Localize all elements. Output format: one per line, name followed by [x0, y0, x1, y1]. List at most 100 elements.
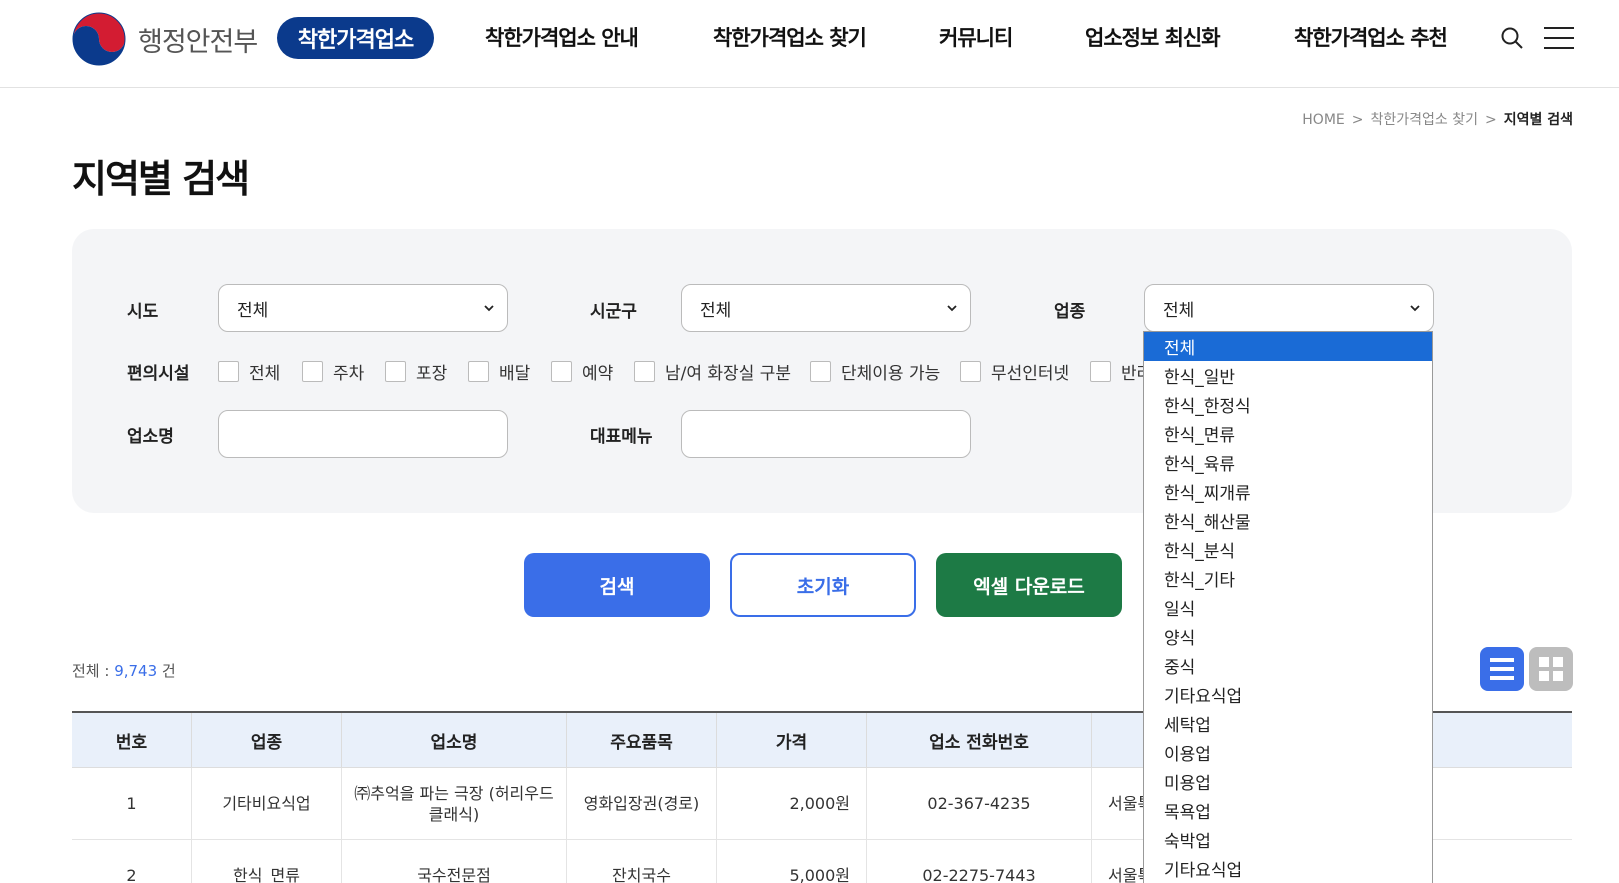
chevron-down-icon	[1410, 305, 1420, 312]
amenity-label: 배달	[499, 364, 531, 384]
page-title: 지역별 검색	[72, 157, 250, 201]
main-menu-input[interactable]	[681, 410, 971, 458]
column-header-phone: 업소 전화번호	[867, 713, 1092, 767]
nav-recommend[interactable]: 착한가격업소 추천	[1294, 22, 1448, 52]
amenity-restroom-checkbox[interactable]: 남/여 화장실 구분	[634, 359, 791, 384]
dropdown-option[interactable]: 한식_찌개류	[1144, 477, 1432, 506]
category-label: 업종	[1054, 302, 1086, 322]
breadcrumb-home[interactable]: HOME	[1302, 112, 1344, 128]
dropdown-option[interactable]: 한식_일반	[1144, 361, 1432, 390]
dropdown-option[interactable]: 한식_기타	[1144, 564, 1432, 593]
total-count: 전체 : 9,743 건	[72, 660, 176, 681]
amenity-parking-checkbox[interactable]: 주차	[302, 359, 364, 384]
column-header-store-name: 업소명	[342, 713, 567, 767]
breadcrumb-separator: >	[1351, 112, 1364, 128]
category-select-value: 전체	[1163, 300, 1195, 321]
checkbox-box[interactable]	[468, 361, 489, 382]
column-header-number: 번호	[72, 713, 192, 767]
category-dropdown-list[interactable]: 전체 한식_일반 한식_한정식 한식_면류 한식_육류 한식_찌개류 한식_해산…	[1143, 331, 1433, 883]
cell-main-item: 잔치국수	[567, 840, 717, 883]
checkbox-box[interactable]	[302, 361, 323, 382]
government-emblem-logo[interactable]	[72, 12, 126, 66]
amenity-label: 남/여 화장실 구분	[665, 364, 792, 384]
cell-number: 1	[72, 768, 192, 839]
breadcrumb: HOME > 착한가격업소 찾기 > 지역별 검색	[1302, 109, 1573, 129]
nav-guide[interactable]: 착한가격업소 안내	[485, 22, 639, 52]
nav-update-info[interactable]: 업소정보 최신화	[1085, 22, 1221, 52]
chevron-down-icon	[484, 305, 494, 312]
dropdown-option[interactable]: 한식_해산물	[1144, 506, 1432, 535]
sigungu-select[interactable]: 전체	[681, 284, 971, 332]
dropdown-option[interactable]: 숙박업	[1144, 825, 1432, 854]
ministry-name[interactable]: 행정안전부	[138, 20, 258, 59]
column-header-price: 가격	[717, 713, 867, 767]
search-button[interactable]: 검색	[524, 553, 710, 617]
dropdown-option[interactable]: 한식_한정식	[1144, 390, 1432, 419]
cell-store-name[interactable]: 국수전문점	[342, 840, 567, 883]
dropdown-option[interactable]: 한식_분식	[1144, 535, 1432, 564]
cell-store-name[interactable]: ㈜추억을 파는 극장 (허리우드클래식)	[342, 768, 567, 839]
cell-price: 5,000원	[717, 840, 867, 883]
cell-number: 2	[72, 840, 192, 883]
nav-find[interactable]: 착한가격업소 찾기	[713, 22, 867, 52]
search-icon[interactable]	[1500, 26, 1524, 50]
total-label: 전체 :	[72, 662, 115, 680]
store-name-input[interactable]	[218, 410, 508, 458]
brand-badge[interactable]: 착한가격업소	[277, 17, 434, 59]
amenity-all-checkbox[interactable]: 전체	[218, 359, 280, 384]
hamburger-menu-icon[interactable]	[1544, 27, 1574, 49]
reset-button[interactable]: 초기화	[730, 553, 916, 617]
checkbox-box[interactable]	[810, 361, 831, 382]
dropdown-option[interactable]: 한식_면류	[1144, 419, 1432, 448]
sigungu-select-value: 전체	[700, 300, 732, 321]
amenity-takeout-checkbox[interactable]: 포장	[385, 359, 447, 384]
amenity-label: 전체	[249, 364, 281, 384]
cell-category: 기타비요식업	[192, 768, 342, 839]
grid-view-icon[interactable]	[1529, 647, 1573, 691]
amenity-label: 예약	[582, 364, 614, 384]
dropdown-option[interactable]: 전체	[1144, 332, 1432, 361]
checkbox-box[interactable]	[960, 361, 981, 382]
excel-download-button[interactable]: 엑셀 다운로드	[936, 553, 1122, 617]
checkbox-box[interactable]	[551, 361, 572, 382]
checkbox-box[interactable]	[218, 361, 239, 382]
category-select[interactable]: 전체	[1144, 284, 1434, 332]
dropdown-option[interactable]: 한식_육류	[1144, 448, 1432, 477]
sido-label: 시도	[127, 302, 159, 322]
main-menu-label: 대표메뉴	[590, 427, 653, 447]
chevron-down-icon	[947, 305, 957, 312]
dropdown-option[interactable]: 미용업	[1144, 767, 1432, 796]
checkbox-box[interactable]	[385, 361, 406, 382]
cell-phone: 02-2275-7443	[867, 840, 1092, 883]
amenity-wifi-checkbox[interactable]: 무선인터넷	[960, 359, 1069, 384]
checkbox-box[interactable]	[1090, 361, 1111, 382]
checkbox-box[interactable]	[634, 361, 655, 382]
cell-price: 2,000원	[717, 768, 867, 839]
breadcrumb-parent[interactable]: 착한가격업소 찾기	[1370, 112, 1478, 128]
total-number: 9,743	[114, 662, 158, 680]
cell-main-item: 영화입장권(경로)	[567, 768, 717, 839]
amenity-group-checkbox[interactable]: 단체이용 가능	[810, 359, 940, 384]
amenity-label: 단체이용 가능	[841, 364, 941, 384]
dropdown-option[interactable]: 기타요식업	[1144, 854, 1432, 883]
amenity-delivery-checkbox[interactable]: 배달	[468, 359, 530, 384]
column-header-category: 업종	[192, 713, 342, 767]
dropdown-option[interactable]: 이용업	[1144, 738, 1432, 767]
dropdown-option[interactable]: 기타요식업	[1144, 680, 1432, 709]
amenity-reservation-checkbox[interactable]: 예약	[551, 359, 613, 384]
dropdown-option[interactable]: 양식	[1144, 622, 1432, 651]
dropdown-option[interactable]: 목욕업	[1144, 796, 1432, 825]
breadcrumb-separator: >	[1484, 112, 1497, 128]
site-header: 행정안전부 착한가격업소 착한가격업소 안내 착한가격업소 찾기 커뮤니티 업소…	[0, 0, 1619, 88]
list-view-icon[interactable]	[1480, 647, 1524, 691]
amenity-label: 무선인터넷	[991, 364, 1070, 384]
sido-select[interactable]: 전체	[218, 284, 508, 332]
dropdown-option[interactable]: 세탁업	[1144, 709, 1432, 738]
dropdown-option[interactable]: 일식	[1144, 593, 1432, 622]
dropdown-option[interactable]: 중식	[1144, 651, 1432, 680]
nav-community[interactable]: 커뮤니티	[939, 22, 1013, 52]
cell-phone: 02-367-4235	[867, 768, 1092, 839]
cell-category: 한식_면류	[192, 840, 342, 883]
column-header-main-item: 주요품목	[567, 713, 717, 767]
amenities-label: 편의시설	[127, 364, 190, 384]
